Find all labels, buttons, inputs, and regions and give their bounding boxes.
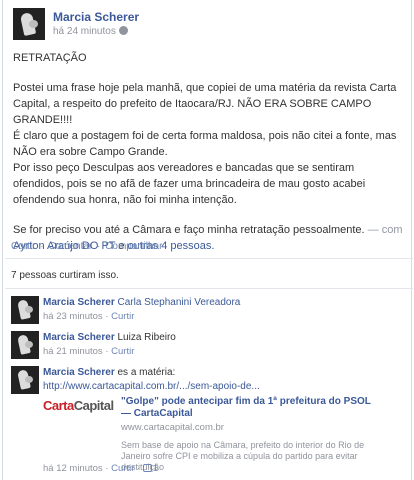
preview-domain: www.cartacapital.com.br: [121, 422, 224, 433]
separator: ·: [105, 346, 109, 357]
globe-icon: [118, 26, 128, 35]
comment-meta: há 12 minutos · Curtir · 1: [43, 463, 158, 474]
separator: ·: [97, 241, 101, 252]
comment-meta: há 23 minutos · Curtir: [43, 311, 134, 322]
separator: ·: [105, 463, 109, 474]
like-button[interactable]: Curtir: [11, 241, 35, 252]
author-name[interactable]: Marcia Scherer: [53, 10, 139, 24]
facebook-post-page: Marcia Scherer há 24 minutos RETRATAÇÃO …: [0, 0, 414, 480]
commenter-name[interactable]: Marcia Scherer: [43, 297, 115, 308]
comment-time[interactable]: há 12 minutos: [43, 463, 103, 474]
comment-time[interactable]: há 21 minutos: [43, 346, 103, 357]
post-actions: Curtir · Comentar · Compartilhar: [11, 241, 162, 252]
post-title: RETRATAÇÃO: [13, 52, 87, 64]
like-count: 1: [152, 463, 159, 474]
comment-like-count[interactable]: 1: [142, 463, 159, 474]
logo-text-b: Capital: [73, 398, 114, 413]
separator: ·: [137, 463, 141, 474]
comment-like-button[interactable]: Curtir: [111, 346, 134, 357]
post-card: Marcia Scherer há 24 minutos RETRATAÇÃO …: [2, 0, 413, 480]
with-prefix: — com: [367, 224, 403, 236]
likes-summary[interactable]: 7 pessoas curtiram isso.: [11, 270, 119, 281]
post-paragraph: É claro que a postagem foi de certa form…: [13, 130, 397, 158]
comment-mention[interactable]: Carla Stephanini Vereadora: [118, 297, 241, 308]
comment-content: Marcia Scherer Carla Stephanini Vereador…: [43, 296, 240, 324]
comment-like-button[interactable]: Curtir: [111, 463, 134, 474]
divider: [5, 258, 413, 259]
divider: [5, 288, 413, 289]
logo-text-a: Carta: [43, 398, 74, 413]
comment-link[interactable]: http://www.cartacapital.com.br/.../sem-a…: [43, 381, 260, 392]
commenter-avatar[interactable]: [11, 296, 39, 324]
comment-meta: há 21 minutos · Curtir: [43, 346, 134, 357]
commenter-name[interactable]: Marcia Scherer: [43, 332, 115, 343]
comment-meta-row: há 12 minutos · Curtir · 1: [43, 462, 158, 476]
post-time: há 24 minutos: [53, 26, 128, 37]
comment-text: es a matéria:: [117, 367, 176, 378]
commenter-name[interactable]: Marcia Scherer: [43, 367, 115, 378]
share-button[interactable]: Compartilhar: [105, 241, 162, 252]
comment-content: Marcia Scherer Luiza Ribeiro há 21 minut…: [43, 331, 176, 359]
commenter-avatar[interactable]: [11, 331, 39, 359]
post-paragraph-text: Se for preciso vou até a Câmara e faço m…: [13, 224, 365, 236]
comment-like-button[interactable]: Curtir: [111, 311, 134, 322]
cartacapital-logo[interactable]: CartaCapital: [43, 398, 114, 413]
comment-time[interactable]: há 23 minutos: [43, 311, 103, 322]
post-paragraph: Por isso peço Desculpas aos vereadores e…: [13, 162, 366, 206]
thumbs-up-icon: [142, 464, 152, 472]
comment-button[interactable]: Comentar: [48, 241, 92, 252]
author-avatar[interactable]: [13, 8, 45, 40]
comment-content: Marcia Scherer es a matéria: http://www.…: [43, 366, 260, 394]
post-body: RETRATAÇÃO Postei uma frase hoje pela ma…: [13, 50, 405, 254]
separator: ·: [105, 311, 109, 322]
separator: ·: [40, 241, 44, 252]
post-time-text[interactable]: há 24 minutos: [53, 26, 116, 37]
preview-title[interactable]: "Golpe" pode antecipar fim da 1ª prefeit…: [121, 396, 381, 420]
preview-description: Sem base de apoio na Câmara, prefeito do…: [121, 440, 365, 472]
commenter-avatar[interactable]: [11, 366, 39, 394]
comment-text: Luiza Ribeiro: [117, 332, 176, 343]
post-paragraph: Postei uma frase hoje pela manhã, que co…: [13, 82, 397, 126]
